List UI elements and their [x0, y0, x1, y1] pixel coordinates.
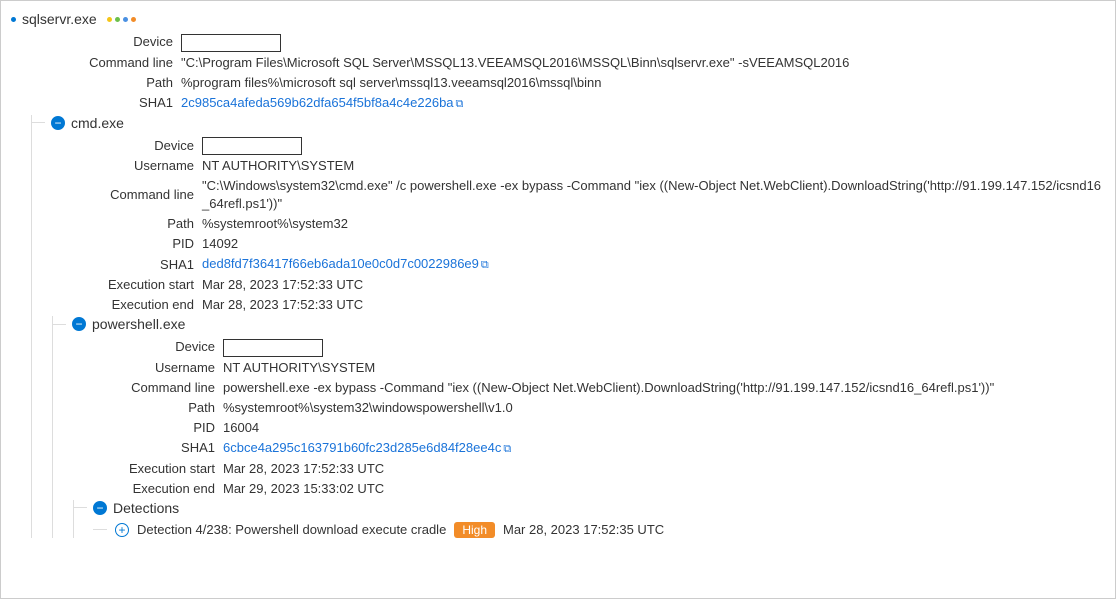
value-pid: 16004: [223, 419, 259, 437]
label-exec-end: Execution end: [32, 296, 202, 314]
label-command-line: Command line: [32, 186, 202, 204]
dot-yellow-icon: [107, 17, 112, 22]
process-node-cmd: − cmd.exe Device UsernameNT AUTHORITY\SY…: [32, 115, 1105, 538]
external-link-icon[interactable]: ⧉: [481, 259, 489, 271]
label-sha1: SHA1: [32, 256, 202, 274]
label-command-line: Command line: [53, 379, 223, 397]
label-device: Device: [53, 338, 223, 356]
label-path: Path: [53, 399, 223, 417]
external-link-icon[interactable]: ⧉: [503, 443, 511, 455]
label-path: Path: [32, 215, 202, 233]
device-box: [202, 137, 302, 155]
value-path: %systemroot%\system32: [202, 215, 348, 233]
value-exec-end: Mar 29, 2023 15:33:02 UTC: [223, 480, 384, 498]
value-path: %systemroot%\system32\windowspowershell\…: [223, 399, 513, 417]
device-box: [223, 339, 323, 357]
detections-header[interactable]: − Detections: [74, 500, 1105, 516]
detections-node: − Detections + Detection 4/238: Powershe…: [74, 500, 1105, 538]
process-header[interactable]: − powershell.exe: [53, 316, 1105, 332]
process-name: sqlservr.exe: [22, 11, 97, 27]
value-exec-start: Mar 28, 2023 17:52:33 UTC: [223, 460, 384, 478]
process-header[interactable]: sqlservr.exe: [11, 11, 1105, 27]
detection-title: Detection 4/238: Powershell download exe…: [137, 522, 446, 537]
status-dots: [107, 17, 136, 22]
collapse-toggle[interactable]: −: [51, 116, 65, 130]
value-command-line: "C:\Windows\system32\cmd.exe" /c powersh…: [202, 177, 1105, 213]
process-node-sqlservr: sqlservr.exe Device Command line"C:\Prog…: [11, 11, 1105, 538]
value-exec-end: Mar 28, 2023 17:52:33 UTC: [202, 296, 363, 314]
value-path: %program files%\microsoft sql server\mss…: [181, 74, 602, 92]
label-pid: PID: [53, 419, 223, 437]
dot-green-icon: [115, 17, 120, 22]
sha1-link[interactable]: 6cbce4a295c163791b60fc23d285e6d84f28ee4c: [223, 440, 501, 455]
label-command-line: Command line: [11, 54, 181, 72]
external-link-icon[interactable]: ⧉: [456, 98, 464, 110]
label-exec-start: Execution start: [53, 460, 223, 478]
label-sha1: SHA1: [53, 439, 223, 457]
process-name: cmd.exe: [71, 115, 124, 131]
label-username: Username: [53, 359, 223, 377]
expand-toggle[interactable]: +: [115, 523, 129, 537]
collapse-toggle[interactable]: −: [72, 317, 86, 331]
detections-heading: Detections: [113, 500, 179, 516]
bullet-icon: [11, 17, 16, 22]
collapse-toggle[interactable]: −: [93, 501, 107, 515]
value-command-line: powershell.exe -ex bypass -Command "iex …: [223, 379, 994, 397]
dot-orange-icon: [131, 17, 136, 22]
detection-time: Mar 28, 2023 17:52:35 UTC: [503, 522, 664, 537]
sha1-link[interactable]: ded8fd7f36417f66eb6ada10e0c0d7c0022986e9: [202, 256, 479, 271]
severity-badge: High: [454, 522, 495, 538]
value-command-line: "C:\Program Files\Microsoft SQL Server\M…: [181, 54, 849, 72]
label-exec-start: Execution start: [32, 276, 202, 294]
label-exec-end: Execution end: [53, 480, 223, 498]
label-sha1: SHA1: [11, 94, 181, 112]
label-device: Device: [32, 137, 202, 155]
process-tree-panel: sqlservr.exe Device Command line"C:\Prog…: [0, 0, 1116, 599]
value-username: NT AUTHORITY\SYSTEM: [223, 359, 375, 377]
value-exec-start: Mar 28, 2023 17:52:33 UTC: [202, 276, 363, 294]
detection-row[interactable]: + Detection 4/238: Powershell download e…: [94, 522, 1105, 538]
label-pid: PID: [32, 235, 202, 253]
process-name: powershell.exe: [92, 316, 185, 332]
process-header[interactable]: − cmd.exe: [32, 115, 1105, 131]
label-path: Path: [11, 74, 181, 92]
value-username: NT AUTHORITY\SYSTEM: [202, 157, 354, 175]
dot-blue-icon: [123, 17, 128, 22]
value-pid: 14092: [202, 235, 238, 253]
label-device: Device: [11, 33, 181, 51]
device-box: [181, 34, 281, 52]
sha1-link[interactable]: 2c985ca4afeda569b62dfa654f5bf8a4c4e226ba: [181, 95, 454, 110]
label-username: Username: [32, 157, 202, 175]
process-node-powershell: − powershell.exe Device UsernameNT AUTHO…: [53, 316, 1105, 538]
